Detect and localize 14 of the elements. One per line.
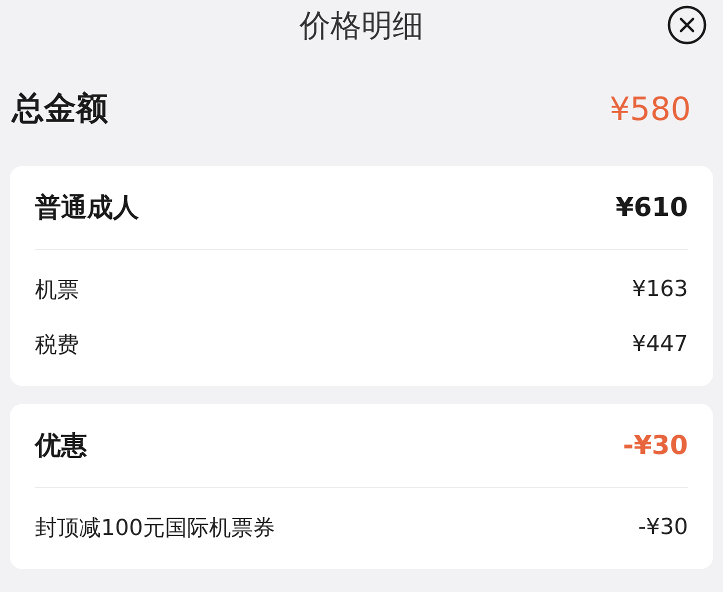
item-amount: ¥163 xyxy=(632,277,688,302)
item-amount: -¥30 xyxy=(638,515,688,540)
total-amount: ¥580 xyxy=(610,90,691,128)
item-label: 封顶减100元国际机票券 xyxy=(35,514,275,542)
close-icon[interactable] xyxy=(667,5,707,45)
section-amount: ¥610 xyxy=(616,192,688,222)
item-label: 税费 xyxy=(35,332,79,360)
item-label: 机票 xyxy=(35,276,79,304)
section-amount: -¥30 xyxy=(622,430,688,460)
total-label: 总金额 xyxy=(12,88,108,129)
section-title: 普通成人 xyxy=(35,192,139,225)
item-amount: ¥447 xyxy=(632,332,688,357)
dialog-title: 价格明细 xyxy=(300,7,424,46)
section-title: 优惠 xyxy=(35,430,87,463)
